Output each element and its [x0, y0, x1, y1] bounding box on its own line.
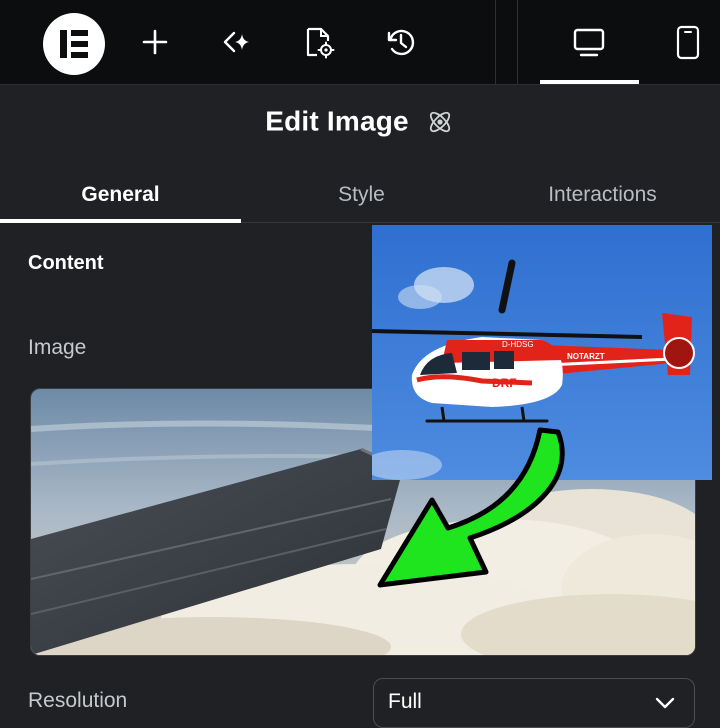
- desktop-icon[interactable]: [569, 22, 609, 62]
- panel-title: Edit Image: [0, 104, 720, 138]
- section-title-content[interactable]: Content: [28, 252, 104, 275]
- helicopter-tail-marking: NOTARZT: [567, 352, 605, 361]
- atom-icon: [425, 107, 455, 137]
- history-icon[interactable]: [381, 22, 421, 62]
- resolution-select[interactable]: Full: [373, 678, 695, 728]
- helicopter-registration: D-HDSG: [502, 340, 534, 349]
- editor-topbar: [0, 0, 720, 85]
- tab-interactions[interactable]: Interactions: [482, 170, 720, 222]
- resolution-select-value: Full: [388, 690, 422, 713]
- document-gear-icon[interactable]: [298, 22, 338, 62]
- chevron-down-icon: [654, 695, 676, 711]
- elementor-logo-icon[interactable]: [43, 13, 105, 75]
- tab-style[interactable]: Style: [241, 170, 482, 222]
- resolution-label: Resolution: [28, 689, 128, 712]
- toolbar-divider: [495, 0, 496, 84]
- device-active-indicator: [540, 80, 639, 84]
- image-control-label: Image: [28, 336, 87, 359]
- mobile-icon[interactable]: [668, 22, 708, 62]
- panel-title-text: Edit Image: [265, 105, 409, 137]
- tab-general[interactable]: General: [0, 170, 241, 223]
- green-arrow-icon: [370, 420, 590, 610]
- panel-tabs: General Style Interactions: [0, 170, 720, 223]
- plus-icon[interactable]: [135, 22, 175, 62]
- sparkle-icon[interactable]: [217, 22, 257, 62]
- toolbar-divider: [517, 0, 518, 84]
- helicopter-logo-text: DRF: [492, 376, 517, 390]
